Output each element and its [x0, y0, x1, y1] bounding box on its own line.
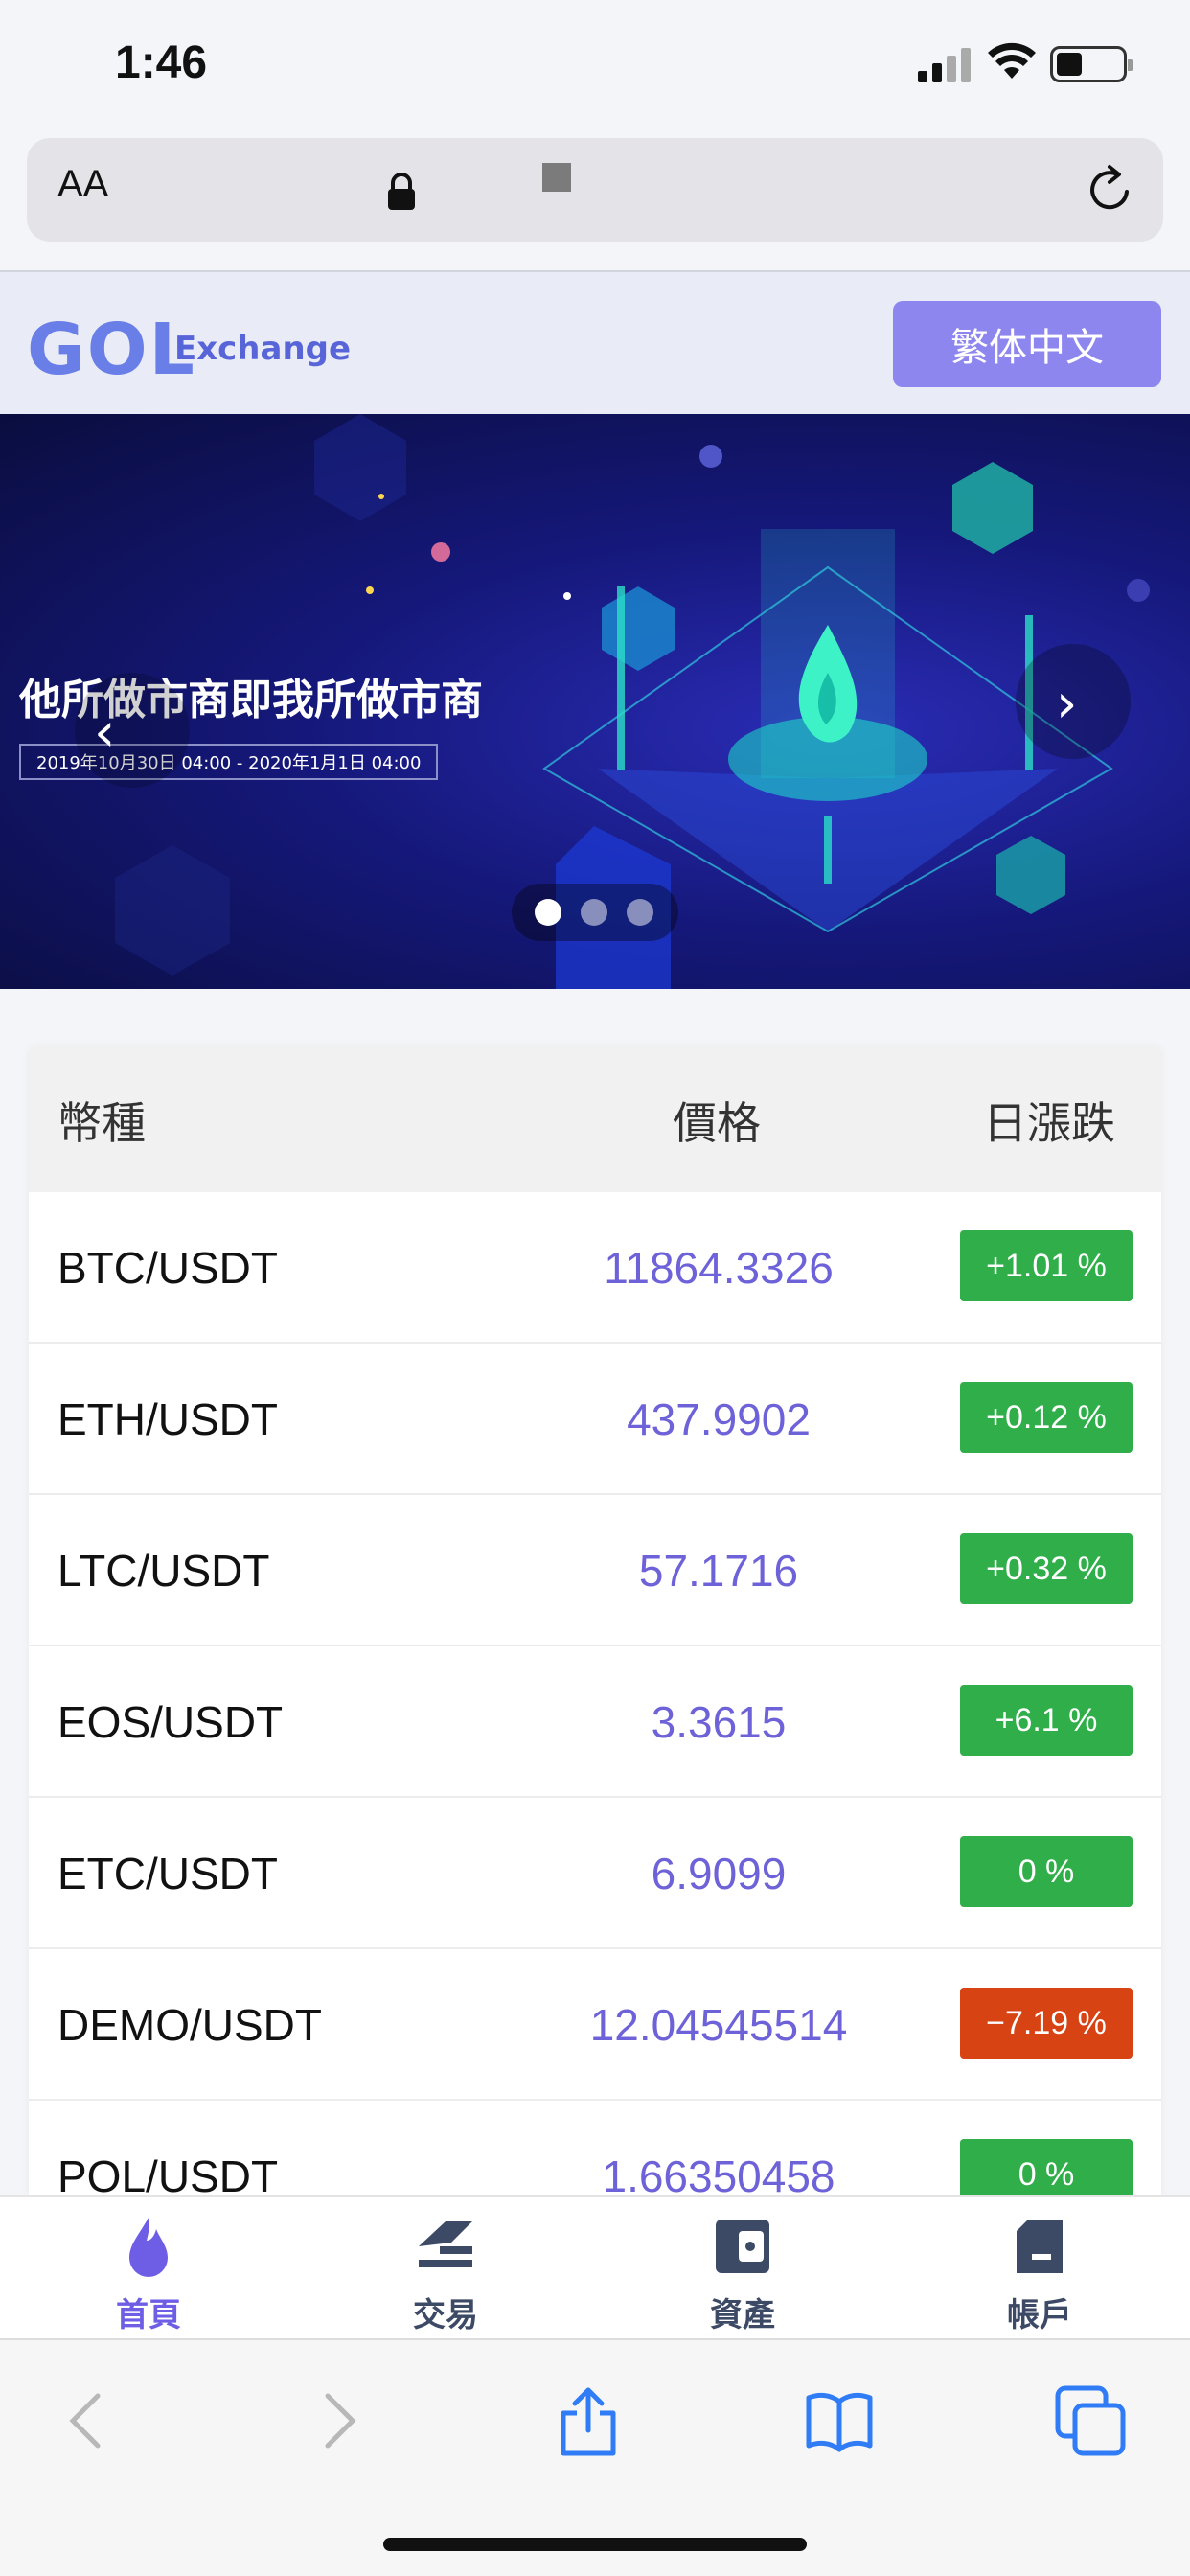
- language-button[interactable]: 繁体中文: [893, 301, 1161, 387]
- forward-icon[interactable]: [299, 2382, 376, 2459]
- market-row[interactable]: ETH/USDT 437.9902 +0.12 %: [29, 1344, 1161, 1495]
- price-value: 3.3615: [651, 1697, 787, 1747]
- price-value: 1.66350458: [602, 2151, 835, 2195]
- change-badge: +0.12 %: [960, 1382, 1133, 1453]
- tab-label: 交易: [413, 2296, 478, 2334]
- column-header-change: 日漲跌: [983, 1097, 1115, 1149]
- carousel-dot[interactable]: [581, 899, 607, 926]
- tab-bar: 首頁 交易 資產 帳戶: [0, 2195, 1190, 2338]
- wallet-icon: [716, 2220, 769, 2273]
- pair-name: LTC/USDT: [57, 1546, 270, 1596]
- status-time: 1:46: [115, 37, 208, 88]
- text-size-button[interactable]: AA: [57, 163, 108, 206]
- market-row[interactable]: EOS/USDT 3.3615 +6.1 %: [29, 1646, 1161, 1798]
- price-value: 437.9902: [627, 1394, 811, 1444]
- tab-label: 資產: [710, 2296, 775, 2334]
- home-indicator: [383, 2538, 807, 2551]
- back-icon[interactable]: [50, 2382, 126, 2459]
- flame-icon: [129, 2218, 168, 2277]
- trade-icon: [419, 2221, 472, 2267]
- tab-trade[interactable]: 交易: [297, 2196, 594, 2340]
- bookmarks-icon[interactable]: [801, 2382, 878, 2459]
- market-row[interactable]: ETC/USDT 6.9099 0 %: [29, 1798, 1161, 1949]
- logo[interactable]: GOL: [27, 309, 196, 391]
- price-value: 6.9099: [651, 1849, 787, 1898]
- status-bar: 1:46: [0, 0, 1190, 134]
- market-row[interactable]: POL/USDT 1.66350458 0 %: [29, 2101, 1161, 2195]
- share-icon[interactable]: [550, 2382, 627, 2459]
- market-table: 幣種 價格 日漲跌 BTC/USDT 11864.3326 +1.01 % ETH/U…: [29, 1045, 1161, 2195]
- wifi-icon: [988, 42, 1036, 79]
- column-header-pair: 幣種: [57, 1097, 146, 1149]
- battery-icon: [1050, 46, 1133, 82]
- address-bar[interactable]: AA: [27, 138, 1163, 242]
- tab-label: 首頁: [116, 2296, 181, 2334]
- banner-carousel[interactable]: 他所做市商即我所做市商 2019年10月30日 04:00 - 2020年1月1…: [0, 414, 1190, 989]
- tabs-icon[interactable]: [1052, 2382, 1129, 2459]
- change-badge: +6.1 %: [960, 1685, 1133, 1756]
- market-row[interactable]: LTC/USDT 57.1716 +0.32 %: [29, 1495, 1161, 1646]
- pair-name: POL/USDT: [57, 2151, 279, 2195]
- carousel-dot[interactable]: [627, 899, 653, 926]
- carousel-indicator: [512, 884, 678, 941]
- market-row[interactable]: DEMO/USDT 12.04545514 −7.19 %: [29, 1949, 1161, 2101]
- logo-subtitle: Exchange: [174, 330, 352, 368]
- carousel-dot[interactable]: [535, 899, 561, 926]
- reload-icon[interactable]: [1083, 163, 1136, 217]
- tab-account[interactable]: 帳戶: [891, 2196, 1188, 2340]
- pair-name: DEMO/USDT: [57, 2000, 322, 2050]
- pair-name: BTC/USDT: [57, 1243, 278, 1293]
- pair-name: ETH/USDT: [57, 1394, 278, 1444]
- account-icon: [1017, 2220, 1063, 2273]
- site-header: GOL Exchange 繁体中文: [0, 270, 1190, 414]
- market-row[interactable]: BTC/USDT 11864.3326 +1.01 %: [29, 1192, 1161, 1344]
- chevron-right-icon: ›: [1056, 673, 1078, 735]
- carousel-prev-button[interactable]: ‹: [75, 673, 190, 788]
- chevron-left-icon: ‹: [94, 702, 116, 764]
- change-badge: 0 %: [960, 2139, 1133, 2195]
- tab-label: 帳戶: [1007, 2296, 1072, 2334]
- tab-home[interactable]: 首頁: [0, 2196, 297, 2340]
- price-value: 57.1716: [638, 1546, 799, 1596]
- cellular-signal-icon: [918, 44, 972, 82]
- market-header: 幣種 價格 日漲跌: [29, 1045, 1161, 1192]
- price-value: 12.04545514: [589, 2000, 848, 2050]
- column-header-price: 價格: [673, 1097, 761, 1149]
- lock-icon: [388, 172, 415, 210]
- change-badge: −7.19 %: [960, 1988, 1133, 2058]
- url-field[interactable]: [542, 163, 571, 192]
- change-badge: 0 %: [960, 1836, 1133, 1907]
- change-badge: +0.32 %: [960, 1533, 1133, 1604]
- price-value: 11864.3326: [604, 1243, 834, 1293]
- pair-name: EOS/USDT: [57, 1697, 284, 1747]
- carousel-next-button[interactable]: ›: [1016, 644, 1131, 759]
- change-badge: +1.01 %: [960, 1230, 1133, 1301]
- tab-assets[interactable]: 資產: [594, 2196, 891, 2340]
- pair-name: ETC/USDT: [57, 1849, 278, 1898]
